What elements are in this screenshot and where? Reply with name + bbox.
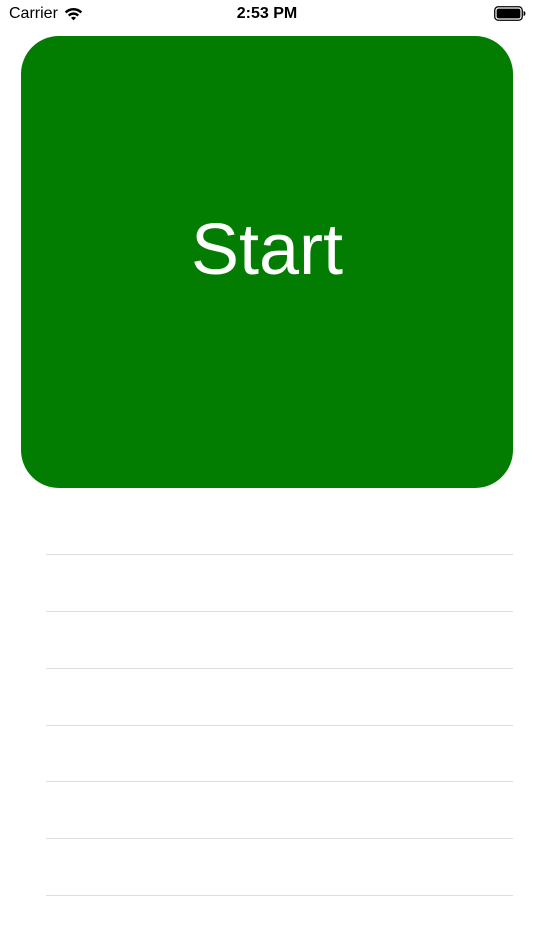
list-row-separator: [46, 725, 513, 726]
start-button[interactable]: Start: [21, 36, 513, 488]
list-row-separator: [46, 668, 513, 669]
list-row-separator: [46, 838, 513, 839]
list-row-separator: [46, 611, 513, 612]
status-bar: Carrier 2:53 PM: [0, 0, 534, 28]
status-time: 2:53 PM: [236, 5, 298, 22]
start-button-label: Start: [190, 210, 344, 290]
battery-icon: [494, 6, 526, 21]
list-row-separator: [46, 781, 513, 782]
list-row-separator: [46, 895, 513, 896]
list-row-separator: [46, 554, 513, 555]
